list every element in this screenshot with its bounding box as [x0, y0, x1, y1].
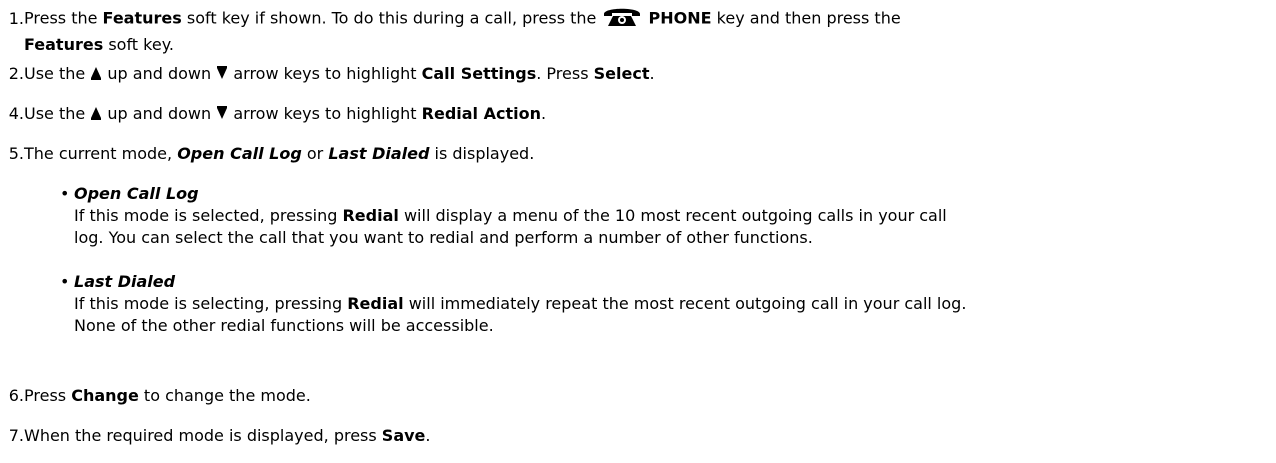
redial-action-label: Redial Action: [421, 104, 541, 123]
save-softkey-label: Save: [381, 426, 426, 445]
step-text: up and down: [102, 104, 217, 123]
features-softkey-label: Features: [24, 35, 104, 54]
open-call-log-label: Open Call Log: [177, 144, 302, 163]
step-text: Use the: [24, 64, 91, 83]
step-text: up and down: [102, 64, 217, 83]
down-arrow-icon: [216, 104, 228, 126]
change-softkey-label: Change: [71, 386, 139, 405]
features-softkey-label: Features: [102, 8, 182, 28]
bullet-text: log. You can select the call that you wa…: [74, 228, 813, 247]
step-text: Press the: [24, 8, 103, 28]
step-text: key and then press the: [711, 8, 901, 28]
step-number: 4.: [8, 104, 24, 123]
step-text: . Press: [536, 64, 594, 83]
step-text: arrow keys to highlight: [228, 104, 422, 123]
instructions-page: 1.Press the Features soft key if shown. …: [0, 0, 1276, 463]
step-7: 7.When the required mode is displayed, p…: [0, 425, 1240, 447]
down-arrow-icon: [216, 64, 228, 86]
step-2: 2.Use the up and down arrow keys to high…: [0, 63, 1240, 86]
bullet-dot: •: [60, 184, 70, 203]
bullet-dot: •: [60, 272, 70, 291]
step-text: soft key.: [103, 35, 174, 54]
select-softkey-label: Select: [593, 64, 650, 83]
step-text: Press: [24, 386, 72, 405]
step-number: 7.: [8, 426, 24, 445]
bullet-text: will display a menu of the 10 most recen…: [398, 206, 947, 225]
step-number: 2.: [8, 64, 24, 83]
step-text: .: [649, 64, 655, 83]
bullet-text: will immediately repeat the most recent …: [403, 294, 967, 313]
bullet-text: None of the other redial functions will …: [74, 316, 494, 335]
bullet-open-call-log: • Open Call Log If this mode is selected…: [60, 183, 1264, 249]
last-dialed-label: Last Dialed: [328, 144, 430, 163]
step-text: arrow keys to highlight: [228, 64, 422, 83]
redial-key-label: Redial: [347, 294, 404, 313]
call-settings-label: Call Settings: [421, 64, 537, 83]
step-1: 1.Press the Features soft key if shown. …: [0, 4, 1240, 56]
step-6: 6.Press Change to change the mode.: [0, 385, 1240, 407]
step-text: or: [301, 144, 329, 163]
step-number: 6.: [8, 386, 24, 405]
step-number: 1.: [8, 8, 24, 28]
step-5: 5.The current mode, Open Call Log or Las…: [0, 143, 1240, 165]
bullet-title: Open Call Log: [74, 184, 199, 203]
step-text: is displayed.: [429, 144, 535, 163]
step-number: 5.: [8, 144, 24, 163]
up-arrow-icon: [90, 64, 102, 86]
step-text: The current mode,: [24, 144, 178, 163]
bullet-text: If this mode is selected, pressing: [74, 206, 343, 225]
step-text: .: [425, 426, 431, 445]
bullet-title: Last Dialed: [74, 272, 176, 291]
step-4: 4.Use the up and down arrow keys to high…: [0, 103, 1240, 126]
up-arrow-icon: [90, 104, 102, 126]
step-text: soft key if shown. To do this during a c…: [181, 8, 602, 28]
step-text: Use the: [24, 104, 91, 123]
step-text: .: [540, 104, 547, 123]
bullet-last-dialed: • Last Dialed If this mode is selecting,…: [60, 271, 1264, 337]
bullet-text: If this mode is selecting, pressing: [74, 294, 348, 313]
step-text: When the required mode is displayed, pre…: [24, 426, 382, 445]
phone-key-label: PHONE: [648, 8, 712, 28]
phone-icon: [601, 4, 643, 34]
step-text: to change the mode.: [138, 386, 311, 405]
redial-key-label: Redial: [342, 206, 399, 225]
